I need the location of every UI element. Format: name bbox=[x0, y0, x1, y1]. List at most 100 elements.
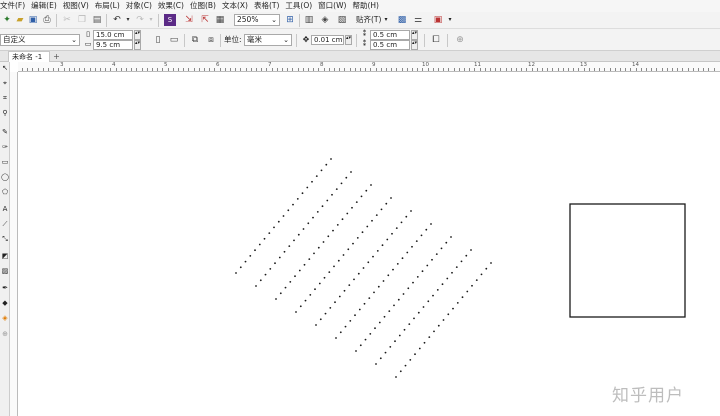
menu-help[interactable]: 帮助(H) bbox=[352, 0, 385, 12]
export-pdf-icon[interactable]: ▦ bbox=[214, 14, 226, 26]
add-tab-icon[interactable]: + bbox=[52, 52, 61, 61]
redo-dropdown-icon[interactable]: ▾ bbox=[145, 14, 157, 26]
ruler-tick bbox=[370, 68, 372, 71]
drop-shadow-tool-icon[interactable]: ◩ bbox=[1, 252, 9, 260]
snap-to-menu[interactable]: 贴齐(T) bbox=[356, 15, 381, 25]
page-width-spinner[interactable]: ▴▾ bbox=[134, 30, 141, 40]
all-pages-icon[interactable]: ⧉ bbox=[189, 34, 201, 46]
parallel-dimension-tool-icon[interactable]: ⟋ bbox=[1, 220, 9, 228]
page-size-preset-combo[interactable]: 自定义 ⌄ bbox=[0, 34, 80, 46]
dotted-line-dot bbox=[349, 320, 352, 322]
ruler-tick bbox=[469, 68, 471, 71]
treat-as-filled-icon[interactable]: ⧠ bbox=[430, 34, 442, 46]
eyedropper-tool-icon[interactable]: ✒ bbox=[1, 284, 9, 292]
new-document-icon[interactable]: ✦ bbox=[1, 14, 13, 26]
dotted-line-dot bbox=[344, 325, 347, 328]
document-tab[interactable]: 未命名 -1 bbox=[8, 51, 50, 62]
duplicate-distance-x-field[interactable]: 0.5 cm bbox=[370, 30, 410, 40]
rectangle-tool-icon[interactable]: ▭ bbox=[1, 158, 9, 166]
units-combo[interactable]: 毫米 ⌄ bbox=[244, 34, 292, 46]
dotted-line-dot bbox=[450, 236, 452, 238]
dotted-line-dot bbox=[380, 208, 383, 211]
rectangle-shape[interactable] bbox=[569, 203, 686, 318]
show-rulers-icon[interactable]: ▥ bbox=[303, 14, 315, 26]
ruler-tick bbox=[417, 68, 419, 71]
menu-edit[interactable]: 编辑(E) bbox=[31, 0, 63, 12]
paste-icon[interactable]: ▤ bbox=[91, 14, 103, 26]
page-width-field[interactable]: 15.0 cm bbox=[93, 30, 133, 40]
show-guidelines-icon[interactable]: ▧ bbox=[336, 14, 348, 26]
menu-file[interactable]: 文件(F) bbox=[0, 0, 31, 12]
drawing-canvas[interactable] bbox=[19, 73, 720, 416]
menu-tools[interactable]: 工具(O) bbox=[285, 0, 318, 12]
add-tool-icon[interactable]: ⊕ bbox=[1, 330, 9, 338]
search-content-icon[interactable]: S bbox=[164, 14, 176, 26]
alignment-icon[interactable]: ⚌ bbox=[412, 14, 424, 26]
dotted-line-dot bbox=[374, 327, 376, 330]
transparency-tool-icon[interactable]: ▨ bbox=[1, 267, 9, 275]
dotted-line-dot bbox=[391, 232, 393, 235]
horizontal-ruler[interactable]: 3 4 5 6 7 8 9 10 11 12 13 14 bbox=[18, 62, 720, 72]
zoom-level-combo[interactable]: 250% ⌄ bbox=[234, 14, 280, 26]
text-tool-icon[interactable]: A bbox=[1, 205, 9, 213]
vertical-ruler[interactable] bbox=[10, 72, 18, 416]
dotted-line-dot bbox=[298, 269, 301, 272]
page-height-spinner[interactable]: ▴▾ bbox=[134, 40, 141, 50]
toolbar-separator bbox=[158, 14, 159, 27]
import-icon[interactable]: ⇲ bbox=[183, 14, 195, 26]
copy-icon[interactable]: ❐ bbox=[76, 14, 88, 26]
ruler-tick bbox=[256, 68, 257, 71]
nudge-distance-field[interactable]: 0.01 cm bbox=[311, 35, 344, 45]
menu-layout[interactable]: 布局(L) bbox=[95, 0, 126, 12]
open-folder-icon[interactable]: ▰ bbox=[14, 14, 26, 26]
polygon-tool-icon[interactable]: ⬠ bbox=[1, 188, 9, 196]
menu-text[interactable]: 文本(X) bbox=[222, 0, 254, 12]
duplicate-distance-y-field[interactable]: 0.5 cm bbox=[370, 40, 410, 50]
artistic-media-tool-icon[interactable]: ✑ bbox=[1, 143, 9, 151]
nudge-distance-spinner[interactable]: ▴▾ bbox=[345, 35, 352, 45]
undo-dropdown-icon[interactable]: ▾ bbox=[122, 14, 134, 26]
menu-bitmap[interactable]: 位图(B) bbox=[190, 0, 222, 12]
dotted-line-group[interactable] bbox=[235, 158, 492, 378]
save-icon[interactable]: ▣ bbox=[27, 14, 39, 26]
menu-window[interactable]: 窗口(W) bbox=[318, 0, 352, 12]
ellipse-tool-icon[interactable]: ◯ bbox=[1, 173, 9, 181]
ruler-tick bbox=[204, 68, 205, 71]
duplicate-distance-y-spinner[interactable]: ▴▾ bbox=[411, 40, 418, 50]
print-icon[interactable]: ⎙ bbox=[41, 14, 53, 26]
menu-effects[interactable]: 效果(C) bbox=[158, 0, 190, 12]
full-screen-preview-icon[interactable]: ⊞ bbox=[284, 14, 296, 26]
current-page-icon[interactable]: ⧈ bbox=[205, 34, 217, 46]
menu-object[interactable]: 对象(C) bbox=[126, 0, 158, 12]
zoom-tool-icon[interactable]: ⚲ bbox=[1, 109, 9, 117]
freehand-tool-icon[interactable]: ✎ bbox=[1, 128, 9, 136]
crop-tool-icon[interactable]: ⌗ bbox=[1, 94, 9, 102]
dotted-line-dot bbox=[421, 270, 424, 273]
menu-view[interactable]: 视图(V) bbox=[63, 0, 95, 12]
portrait-orientation-icon[interactable]: ▯ bbox=[152, 34, 164, 46]
chevron-down-icon[interactable]: ▾ bbox=[380, 14, 392, 26]
ruler-tick bbox=[198, 68, 200, 71]
show-grid-icon[interactable]: ◈ bbox=[319, 14, 331, 26]
chevron-down-icon[interactable]: ▾ bbox=[444, 14, 456, 26]
ruler-tick bbox=[354, 68, 356, 71]
options-icon[interactable]: ▩ bbox=[396, 14, 408, 26]
dotted-line-dot bbox=[293, 239, 295, 242]
shape-tool-icon[interactable]: ⌖ bbox=[1, 79, 9, 87]
dotted-line-dot bbox=[415, 240, 418, 243]
page-height-field[interactable]: 9.5 cm bbox=[93, 40, 133, 50]
connector-tool-icon[interactable]: ⤡ bbox=[1, 235, 9, 243]
ruler-tick bbox=[432, 68, 434, 71]
dotted-line-dot bbox=[308, 258, 311, 260]
pick-tool-icon[interactable]: ↖ bbox=[1, 64, 9, 72]
menu-table[interactable]: 表格(T) bbox=[254, 0, 285, 12]
export-icon[interactable]: ⇱ bbox=[199, 14, 211, 26]
quick-customize-icon[interactable]: ⊕ bbox=[454, 34, 466, 46]
dotted-line-dot bbox=[363, 302, 366, 305]
smart-fill-tool-icon[interactable]: ◈ bbox=[1, 314, 9, 322]
application-launcher-icon[interactable]: ▣ bbox=[432, 14, 444, 26]
landscape-orientation-icon[interactable]: ▭ bbox=[168, 34, 180, 46]
duplicate-distance-x-spinner[interactable]: ▴▾ bbox=[411, 30, 418, 40]
interactive-fill-tool-icon[interactable]: ◆ bbox=[1, 299, 9, 307]
cut-icon[interactable]: ✂ bbox=[61, 14, 73, 26]
